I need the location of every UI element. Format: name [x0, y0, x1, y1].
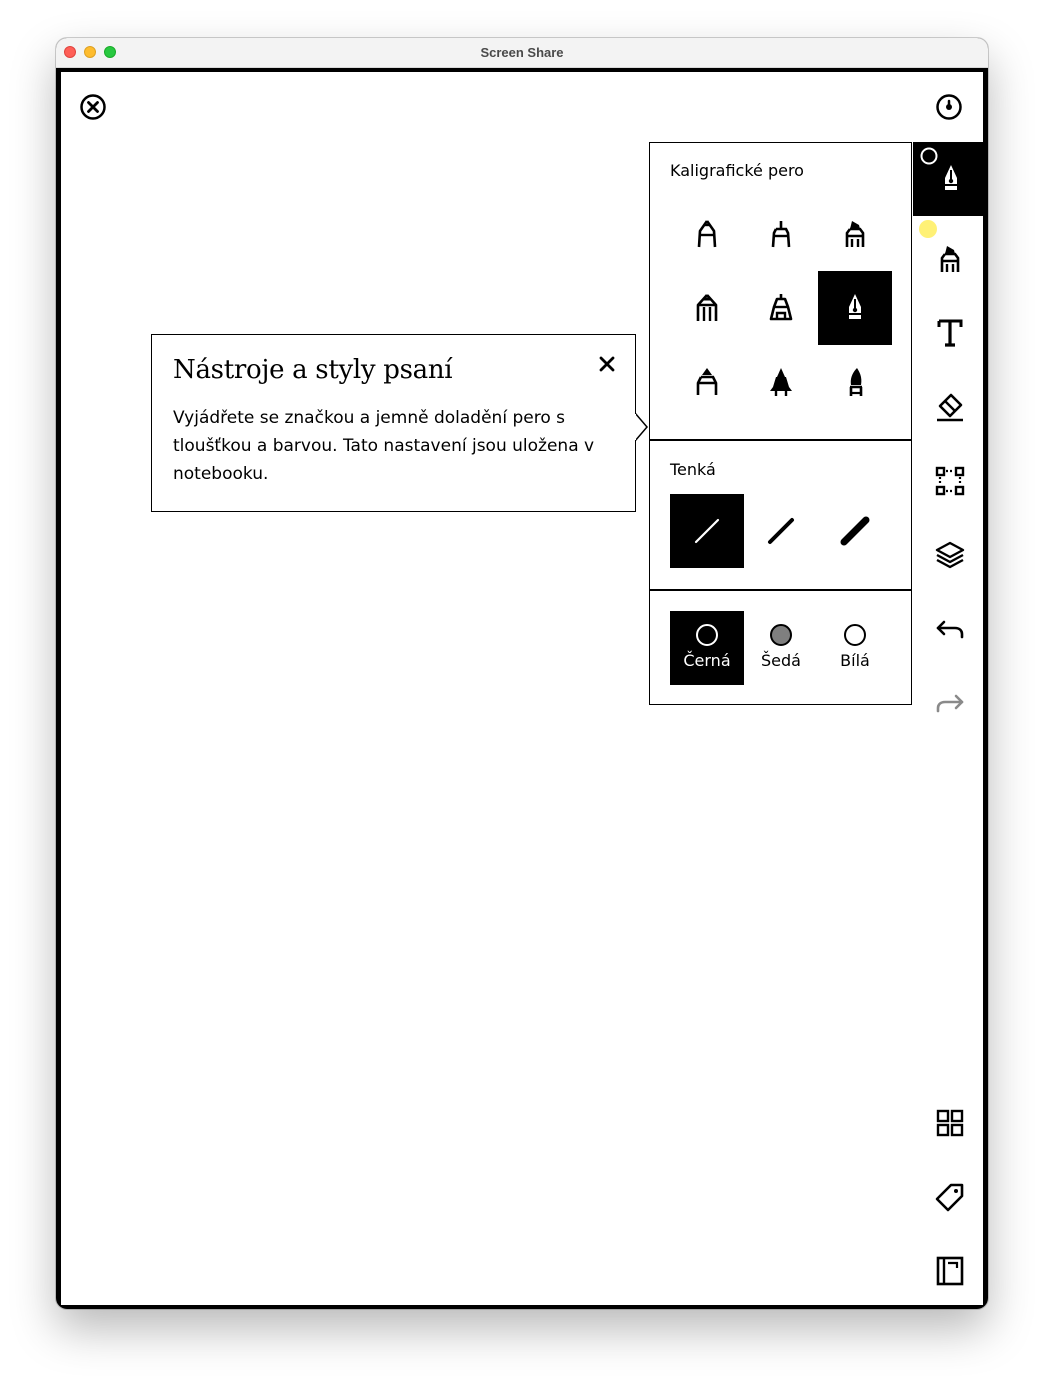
paintbrush-icon: [696, 368, 718, 395]
gray-swatch: [770, 624, 792, 646]
pen-panel-title: Kaligrafické pero: [670, 161, 804, 180]
color-option-white[interactable]: Bílá: [818, 611, 892, 685]
pen-option-calligraphy[interactable]: [818, 271, 892, 345]
tooltip-close-button[interactable]: [592, 349, 622, 379]
pen-option-brush-pen[interactable]: [818, 345, 892, 419]
color-option-black[interactable]: Černá: [670, 611, 744, 685]
thick-stroke-icon: [840, 516, 870, 546]
eraser-icon: [937, 393, 963, 422]
color-label: Šedá: [761, 651, 801, 670]
title-bar: Screen Share: [56, 38, 988, 68]
grid-icon: [936, 1109, 964, 1137]
window-title: Screen Share: [480, 45, 564, 60]
text-icon: [937, 319, 963, 347]
thin-stroke-icon: [694, 518, 720, 544]
sync-button[interactable]: [931, 89, 967, 125]
redo-icon: [936, 694, 964, 713]
tooltip-pointer: [635, 413, 648, 441]
toolbar-text[interactable]: [927, 310, 973, 356]
thickness-label: Tenká: [670, 460, 716, 479]
fineliner-icon: [771, 221, 791, 248]
color-label: Bílá: [840, 651, 870, 670]
onboarding-tooltip: Nástroje a styly psaní Vyjádřete se znač…: [151, 334, 636, 512]
notebook-icon: [936, 1256, 964, 1286]
pen-option-paintbrush[interactable]: [670, 345, 744, 419]
pencil-icon: [696, 294, 718, 321]
undo-icon: [936, 620, 964, 639]
mechanical-pencil-icon: [769, 294, 793, 321]
tooltip-body: Vyjádřete se značkou a jemně doladění pe…: [173, 408, 595, 484]
tooltip-title: Nástroje a styly psaní: [173, 355, 453, 385]
toolbar-selection[interactable]: [927, 458, 973, 504]
calligraphy-pen-icon: [945, 165, 957, 190]
panel-divider: [650, 589, 911, 591]
pen-option-highlighter[interactable]: [744, 345, 818, 419]
pen-settings-panel: Kaligrafické pero Tenká Černá Šedá Bílá: [649, 142, 912, 705]
toolbar-redo[interactable]: [927, 680, 973, 726]
circle-dot-icon: [936, 94, 962, 120]
tablet-screen: Kaligrafické pero Tenká Černá Šedá Bílá …: [61, 72, 985, 1305]
white-swatch: [844, 624, 866, 646]
tag-icon: [935, 1183, 964, 1212]
toolbar-undo[interactable]: [927, 606, 973, 652]
panel-divider: [650, 439, 911, 441]
pen-option-mechanical-pencil[interactable]: [744, 271, 818, 345]
toolbar-page-overview[interactable]: [927, 1100, 973, 1146]
brush-pen-icon: [849, 368, 863, 396]
pen-option-marker[interactable]: [818, 197, 892, 271]
toolbar-layers[interactable]: [927, 532, 973, 578]
screen-share-window: Screen Share Kaligrafické pero Tenká Čer…: [56, 38, 988, 1309]
toolbar-eraser[interactable]: [927, 384, 973, 430]
cursor-ring-icon: [920, 147, 938, 165]
highlighter-icon: [770, 368, 792, 396]
toolbar-notebook[interactable]: [927, 1248, 973, 1294]
pen-option-ballpoint[interactable]: [670, 197, 744, 271]
marker-icon: [940, 246, 960, 272]
circle-x-icon: [80, 94, 106, 120]
layers-icon: [935, 541, 965, 569]
black-swatch: [696, 624, 718, 646]
toolbar-marker[interactable]: [927, 236, 973, 282]
thickness-option-thick[interactable]: [818, 494, 892, 568]
color-label: Černá: [683, 651, 731, 670]
pen-option-fineliner[interactable]: [744, 197, 818, 271]
ballpoint-pen-icon: [697, 220, 717, 248]
toolbar-calligraphy-pen[interactable]: [913, 142, 985, 216]
selection-icon: [935, 466, 965, 496]
marker-icon: [845, 221, 865, 247]
calligraphy-pen-icon: [849, 294, 861, 319]
toolbar-tags[interactable]: [927, 1174, 973, 1220]
close-icon: [599, 356, 615, 372]
thickness-option-medium[interactable]: [744, 494, 818, 568]
medium-stroke-icon: [768, 518, 794, 544]
close-document-button[interactable]: [75, 89, 111, 125]
color-option-gray[interactable]: Šedá: [744, 611, 818, 685]
pen-option-pencil[interactable]: [670, 271, 744, 345]
thickness-option-thin[interactable]: [670, 494, 744, 568]
